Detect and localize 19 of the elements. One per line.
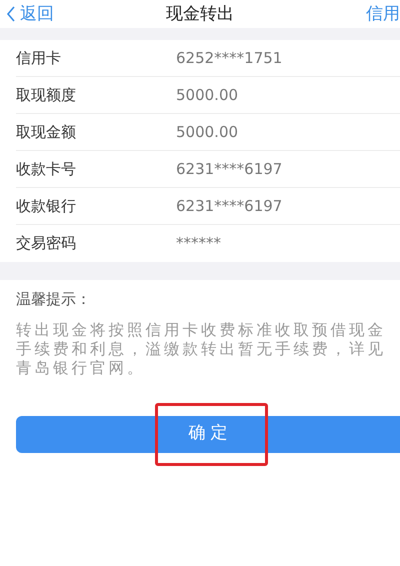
chevron-left-icon [6,6,16,22]
confirm-button[interactable]: 确 定 [16,416,400,452]
field-label: 取现额度 [16,84,77,106]
field-label: 收款银行 [16,196,77,217]
back-link[interactable]: 返回 [6,0,54,28]
field-value: 6231****6197 [176,158,282,180]
field-value: ****** [176,233,221,254]
nav-link[interactable]: 信用 [366,0,400,28]
field-value: 5000.00 [176,122,238,143]
field-value: 6252****1751 [176,48,282,69]
notice-title: 温馨提示： [16,289,92,310]
field-label: 收款卡号 [16,158,77,180]
field-label: 交易密码 [16,233,77,254]
field-label: 信用卡 [16,48,62,69]
page-title: 现金转出 [166,3,234,26]
field-label: 取现金额 [16,122,77,143]
field-value: 6231****6197 [176,196,282,217]
field-value: 5000.00 [176,84,238,106]
notice-text: 转出现金将按照信用卡收费标准收取预借现金手续费和利息，溢缴款转出暂无手续费，详见青岛银行官网。 [16,320,387,378]
